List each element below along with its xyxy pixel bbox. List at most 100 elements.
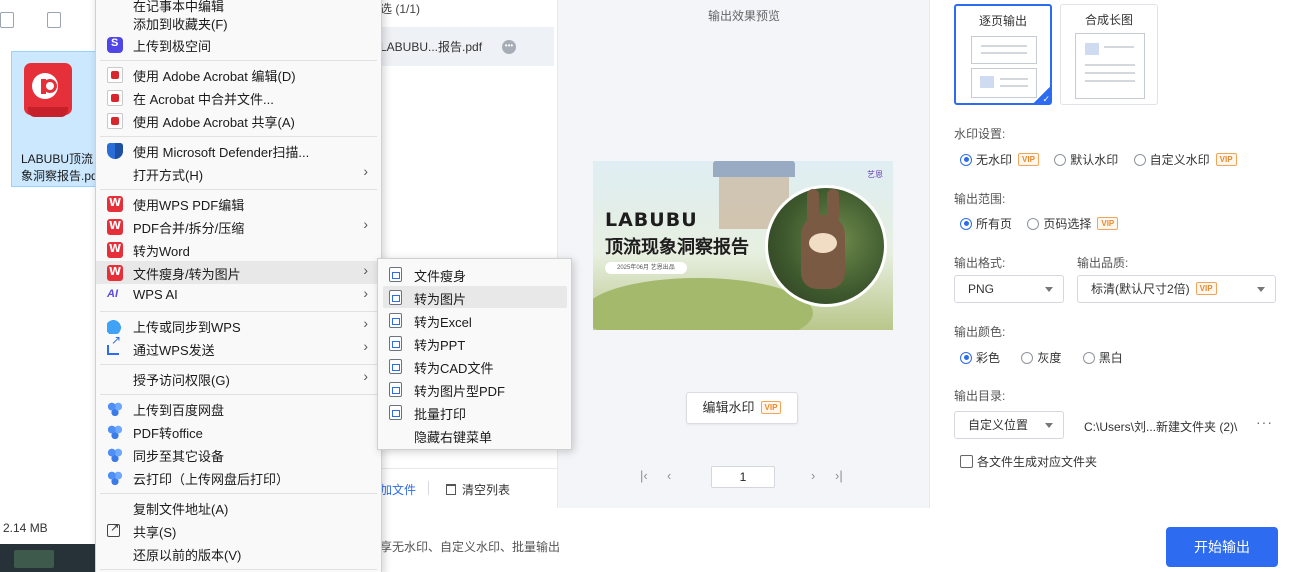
chevron-right-icon: › <box>363 338 368 354</box>
menu-divider <box>100 569 377 570</box>
submenu-item-to-image[interactable]: 转为图片 <box>383 286 567 308</box>
menu-item-to-word[interactable]: 转为Word <box>96 238 381 261</box>
browse-more-button[interactable]: ··· <box>1256 414 1273 430</box>
view-icon[interactable] <box>0 12 14 28</box>
menu-item-sync-devices[interactable]: 同步至其它设备 <box>96 443 381 466</box>
baidu-icon <box>107 401 123 417</box>
cad-convert-icon <box>389 359 402 374</box>
selected-check-icon <box>1033 86 1051 105</box>
share-icon <box>107 333 121 355</box>
list-footer: 加文件 清空列表 <box>380 468 558 508</box>
preview-title: 输出效果预览 <box>707 9 780 23</box>
format-label: 输出格式: <box>954 256 1006 270</box>
submenu-item-to-image-pdf[interactable]: 转为图片型PDF <box>383 378 567 400</box>
menu-item-upload-jikong[interactable]: 上传到极空间 <box>96 33 381 56</box>
first-page-icon[interactable]: |‹ <box>640 468 648 483</box>
submenu-convert: 文件瘦身 转为图片 转为Excel 转为PPT 转为CAD文件 转为图片型PDF… <box>377 258 572 450</box>
menu-item-copy-path[interactable]: 复制文件地址(A) <box>96 496 381 519</box>
per-file-folder-checkbox[interactable]: 各文件生成对应文件夹 <box>960 453 1097 470</box>
baidu-icon <box>107 470 123 486</box>
quality-select[interactable]: 标清(默认尺寸2倍) VIP <box>1077 275 1276 303</box>
menu-divider <box>100 311 377 312</box>
menu-item-pdf-to-office[interactable]: PDF转office <box>96 420 381 443</box>
next-page-icon[interactable]: › <box>811 468 815 483</box>
color-bw-radio[interactable]: 黑白 <box>1082 349 1123 366</box>
submenu-item-to-excel[interactable]: 转为Excel <box>383 309 567 331</box>
watermark-label: 水印设置: <box>954 127 1006 141</box>
list-item[interactable]: LABUBU...报告.pdf ••• <box>380 27 554 66</box>
last-page-icon[interactable]: ›| <box>835 468 843 483</box>
wps-icon <box>107 242 123 258</box>
submenu-item-slim[interactable]: 文件瘦身 <box>383 263 567 285</box>
menu-divider <box>100 493 377 494</box>
context-menu: 在记事本中编辑 添加到收藏夹(F) 上传到极空间 使用 Adobe Acroba… <box>95 0 382 572</box>
brand-badge: 艺恩 <box>867 170 883 179</box>
page-number-input[interactable]: 1 <box>711 466 775 488</box>
submenu-item-to-cad[interactable]: 转为CAD文件 <box>383 355 567 377</box>
chevron-down-icon <box>1045 287 1053 292</box>
quality-label: 输出品质: <box>1077 256 1129 270</box>
submenu-item-to-ppt[interactable]: 转为PPT <box>383 332 567 354</box>
menu-item-defender-scan[interactable]: 使用 Microsoft Defender扫描... <box>96 139 381 162</box>
submenu-item-hide-menu[interactable]: 隐藏右键菜单 <box>383 424 567 446</box>
format-select[interactable]: PNG <box>954 275 1064 303</box>
vip-badge: VIP <box>760 401 782 414</box>
menu-item-acrobat-share[interactable]: 使用 Adobe Acrobat 共享(A) <box>96 109 381 132</box>
menu-item-pdf-merge-split[interactable]: PDF合并/拆分/压缩› <box>96 215 381 238</box>
chevron-right-icon: › <box>363 368 368 384</box>
page-thumb-icon <box>971 36 1037 64</box>
mode-page-card[interactable]: 逐页输出 <box>954 4 1052 105</box>
pdf-file-tile[interactable]: LABUBU顶流 象洞察报告.pd <box>11 51 101 187</box>
menu-divider <box>100 364 377 365</box>
baidu-icon <box>107 424 123 440</box>
menu-item-acrobat-edit[interactable]: 使用 Adobe Acrobat 编辑(D) <box>96 63 381 86</box>
menu-item-slim-to-image[interactable]: 文件瘦身/转为图片› <box>96 261 381 284</box>
footer-divider <box>428 481 429 495</box>
dir-select[interactable]: 自定义位置 <box>954 411 1064 439</box>
trash-icon <box>446 484 456 495</box>
checkbox-icon <box>960 455 973 468</box>
mode-long-card[interactable]: 合成长图 <box>1060 4 1158 105</box>
chevron-right-icon: › <box>363 262 368 278</box>
menu-item-send-wps[interactable]: 通过WPS发送› <box>96 333 381 360</box>
menu-item-upload-wps[interactable]: 上传或同步到WPS › <box>96 314 381 337</box>
menu-divider <box>100 394 377 395</box>
color-gray-radio[interactable]: 灰度 <box>1021 349 1061 366</box>
more-icon[interactable]: ••• <box>502 40 516 54</box>
labubu-figure <box>801 215 845 289</box>
dir-label: 输出目录: <box>954 389 1006 403</box>
submenu-item-batch-print[interactable]: 批量打印 <box>383 401 567 423</box>
chevron-right-icon: › <box>363 315 368 331</box>
menu-item-acrobat-merge[interactable]: 在 Acrobat 中合并文件... <box>96 86 381 109</box>
watermark-custom-radio[interactable]: 自定义水印 VIP <box>1133 151 1237 168</box>
menu-item-open-with[interactable]: 打开方式(H) › <box>96 162 381 185</box>
color-full-radio[interactable]: 彩色 <box>960 349 1000 366</box>
list-item-name: LABUBU...报告.pdf <box>380 40 483 54</box>
banner-title: LABUBU <box>605 209 698 231</box>
menu-item-cloud-print[interactable]: 云打印（上传网盘后打印） <box>96 466 381 489</box>
ppt-convert-icon <box>389 336 402 351</box>
copy-icon[interactable] <box>47 12 61 28</box>
menu-item-wps-pdf-edit[interactable]: 使用WPS PDF编辑 <box>96 192 381 215</box>
banner-date: 2025年06月 艺恩出品 <box>605 262 687 274</box>
chevron-down-icon <box>1257 287 1265 292</box>
output-path: C:\Users\刘...新建文件夹 (2)\ <box>1084 420 1238 434</box>
clear-list-button[interactable]: 清空列表 <box>446 481 510 498</box>
watermark-none-radio[interactable]: 无水印 VIP <box>960 151 1039 168</box>
menu-item-wps-ai[interactable]: WPS AI› <box>96 284 381 307</box>
acrobat-icon <box>107 90 123 106</box>
range-pages-radio[interactable]: 页码选择 VIP <box>1027 215 1119 232</box>
menu-item-add-favorites[interactable]: 添加到收藏夹(F) <box>96 11 381 34</box>
menu-item-restore-versions[interactable]: 还原以前的版本(V) <box>96 542 381 565</box>
watermark-default-radio[interactable]: 默认水印 <box>1054 151 1118 168</box>
start-output-button[interactable]: 开始输出 <box>1166 527 1278 567</box>
menu-item-share[interactable]: 共享(S) <box>96 519 381 542</box>
add-file-button[interactable]: 加文件 <box>380 481 416 498</box>
desktop-thumbnail <box>0 544 96 572</box>
range-all-radio[interactable]: 所有页 <box>960 215 1012 232</box>
menu-item-grant-access[interactable]: 授予访问权限(G) › <box>96 367 381 390</box>
edit-watermark-button[interactable]: 编辑水印 VIP <box>686 392 798 424</box>
menu-item-upload-baidu[interactable]: 上传到百度网盘 <box>96 397 381 420</box>
prev-page-icon[interactable]: ‹ <box>667 468 671 483</box>
wps-icon <box>107 265 123 281</box>
